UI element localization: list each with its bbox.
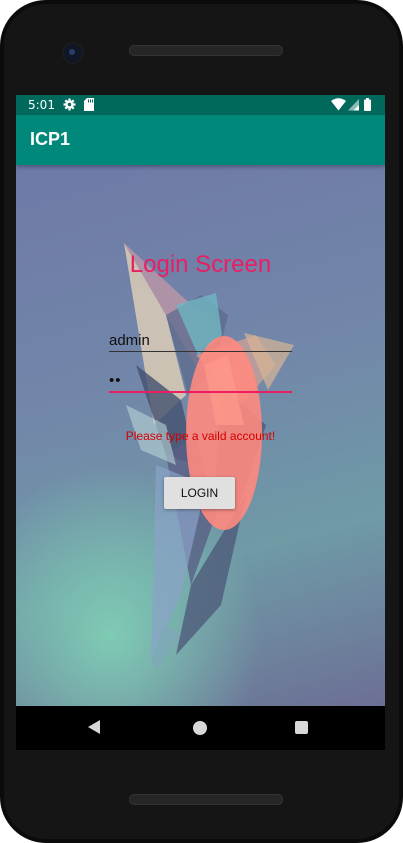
status-bar: 5:01 — [16, 95, 385, 115]
home-icon[interactable] — [193, 721, 207, 735]
error-message: Please type a vaild account! — [125, 429, 276, 443]
password-field[interactable] — [109, 369, 292, 393]
wifi-icon — [331, 98, 346, 111]
battery-icon — [364, 98, 371, 111]
navigation-bar — [16, 706, 385, 750]
gear-icon — [63, 98, 76, 111]
sd-card-icon — [84, 98, 94, 111]
login-title: Login Screen — [129, 251, 272, 278]
app-bar: ICP1 — [16, 115, 385, 165]
signal-icon — [348, 99, 359, 111]
app-title: ICP1 — [30, 129, 71, 149]
top-speaker — [129, 45, 283, 56]
login-button[interactable]: LOGIN — [164, 477, 235, 509]
bottom-speaker — [129, 794, 283, 805]
status-time: 5:01 — [28, 98, 55, 112]
front-camera — [64, 44, 82, 62]
username-field[interactable] — [109, 329, 292, 352]
recents-icon[interactable] — [295, 721, 308, 734]
back-icon[interactable] — [88, 720, 100, 734]
phone-device: 5:01 ICP1 Login Screen admin •• Please t… — [0, 0, 403, 843]
login-screen-content: Login Screen Please type a vaild account… — [16, 165, 385, 706]
screen: 5:01 ICP1 Login Screen admin •• Please t… — [16, 95, 385, 706]
